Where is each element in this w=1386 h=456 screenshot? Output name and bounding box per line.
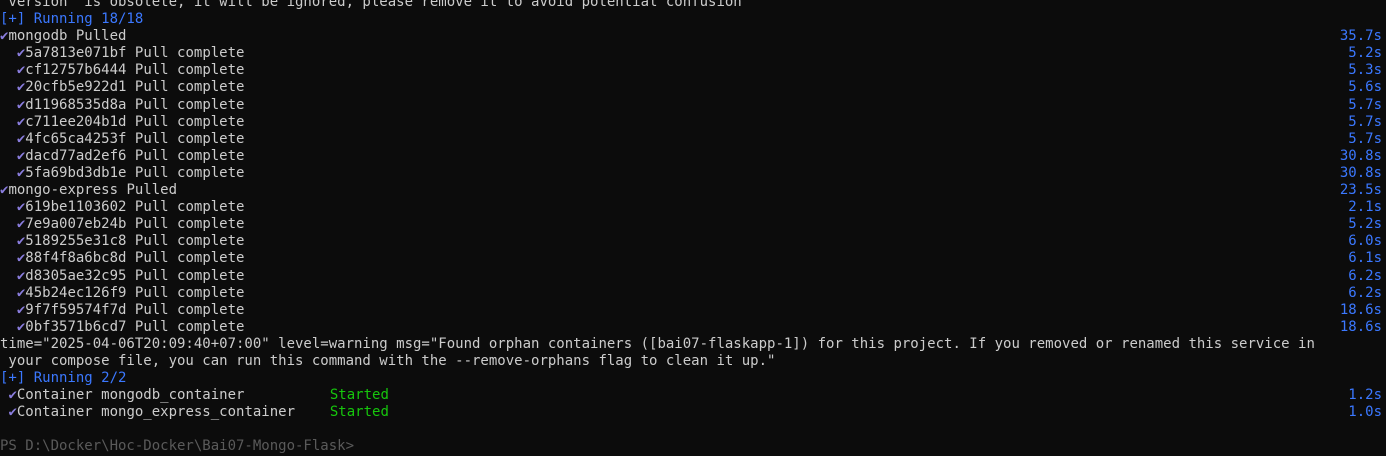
layer-row: ✔c711ee204b1d Pull complete 5.7s: [0, 114, 1386, 131]
service-pulled-mongodb: ✔mongodb Pulled 35.7s: [0, 28, 1386, 45]
duration: 6.0s: [1348, 233, 1382, 250]
running-status-containers: [+] Running 2/2: [0, 370, 127, 387]
layer-status: Pull complete: [134, 216, 245, 233]
layer-status: Pull complete: [134, 45, 245, 62]
layer-row: ✔d11968535d8a Pull complete 5.7s: [0, 97, 1386, 114]
duration: 5.7s: [1348, 113, 1382, 130]
orphan-warning-line-2: your compose file, you can run this comm…: [0, 352, 776, 369]
terminal-output[interactable]: `version` is obsolete, it will be ignore…: [0, 0, 1386, 456]
duration: 5.2s: [1348, 45, 1382, 62]
duration: 1.2s: [1348, 387, 1382, 404]
container-label: Container mongodb_container: [16, 387, 245, 404]
duration: 1.0s: [1348, 404, 1382, 421]
layer-id: 4fc65ca4253f: [25, 130, 127, 147]
layer-status: Pull complete: [134, 318, 245, 335]
layer-row: ✔5189255e31c8 Pull complete 6.0s: [0, 233, 1386, 250]
duration: 2.1s: [1348, 199, 1382, 216]
container-label: Container mongo_express_container: [16, 404, 296, 421]
layer-id: 88f4f8a6bc8d: [25, 250, 127, 267]
container-status: Started: [329, 387, 389, 404]
duration: 5.7s: [1348, 96, 1382, 113]
container-status: Started: [329, 404, 389, 421]
service-pulled-mongo-express: ✔mongo-express Pulled 23.5s: [0, 182, 1386, 199]
duration: 6.2s: [1348, 267, 1382, 284]
duration: 5.7s: [1348, 130, 1382, 147]
layer-id: 45b24ec126f9: [25, 284, 127, 301]
layer-row: ✔20cfb5e922d1 Pull complete 5.6s: [0, 79, 1386, 96]
container-row: ✔Container mongo_express_container Starte…: [0, 404, 1386, 421]
layer-row: ✔5a7813e071bf Pull complete 5.2s: [0, 45, 1386, 62]
duration: 18.6s: [1339, 301, 1382, 318]
duration: 5.2s: [1348, 216, 1382, 233]
layer-status: Pull complete: [134, 113, 245, 130]
service-label: mongo-express Pulled: [8, 182, 178, 199]
layer-id: 7e9a007eb24b: [25, 216, 127, 233]
checkmark-icon: ✔: [8, 387, 17, 404]
shell-prompt[interactable]: PS D:\Docker\Hoc-Docker\Bai07-Mongo-Flas…: [0, 438, 1386, 455]
layer-status: Pull complete: [134, 284, 245, 301]
layer-row: ✔4fc65ca4253f Pull complete 5.7s: [0, 131, 1386, 148]
layer-status: Pull complete: [134, 250, 245, 267]
service-label: mongodb Pulled: [8, 28, 127, 45]
layer-id: 20cfb5e922d1: [25, 79, 127, 96]
layer-row: ✔5fa69bd3db1e Pull complete 30.8s: [0, 165, 1386, 182]
layer-id: dacd77ad2ef6: [25, 147, 127, 164]
duration: 35.7s: [1339, 28, 1382, 45]
duration: 6.1s: [1348, 250, 1382, 267]
container-list: ✔Container mongodb_container Started 1.2s …: [0, 387, 1386, 421]
layer-id: 5fa69bd3db1e: [25, 164, 127, 181]
duration: 23.5s: [1339, 182, 1382, 199]
layer-row: ✔dacd77ad2ef6 Pull complete 30.8s: [0, 148, 1386, 165]
duration: 30.8s: [1339, 147, 1382, 164]
layer-id: d11968535d8a: [25, 96, 127, 113]
layer-status: Pull complete: [134, 233, 245, 250]
layer-row: ✔619be1103602 Pull complete 2.1s: [0, 199, 1386, 216]
layer-row: ✔d8305ae32c95 Pull complete 6.2s: [0, 268, 1386, 285]
layer-status: Pull complete: [134, 130, 245, 147]
duration: 18.6s: [1339, 318, 1382, 335]
layer-id: 5189255e31c8: [25, 233, 127, 250]
layer-id: 9f7f59574f7d: [25, 301, 127, 318]
mongodb-layer-list: ✔5a7813e071bf Pull complete 5.2s ✔cf12757…: [0, 45, 1386, 182]
layer-id: 0bf3571b6cd7: [25, 318, 127, 335]
layer-row: ✔7e9a007eb24b Pull complete 5.2s: [0, 216, 1386, 233]
mongo-express-layer-list: ✔619be1103602 Pull complete 2.1s ✔7e9a007…: [0, 199, 1386, 336]
obsolete-warning-line: `version` is obsolete, it will be ignore…: [0, 0, 751, 10]
layer-row: ✔0bf3571b6cd7 Pull complete 18.6s: [0, 319, 1386, 336]
layer-id: cf12757b6444: [25, 62, 127, 79]
layer-status: Pull complete: [134, 199, 245, 216]
duration: 30.8s: [1339, 164, 1382, 181]
layer-id: 619be1103602: [25, 199, 127, 216]
layer-id: c711ee204b1d: [25, 113, 127, 130]
layer-status: Pull complete: [134, 96, 245, 113]
layer-id: 5a7813e071bf: [25, 45, 127, 62]
layer-row: ✔45b24ec126f9 Pull complete 6.2s: [0, 285, 1386, 302]
duration: 5.3s: [1348, 62, 1382, 79]
running-status-pull: [+] Running 18/18: [0, 11, 144, 28]
duration: 6.2s: [1348, 284, 1382, 301]
layer-status: Pull complete: [134, 79, 245, 96]
layer-status: Pull complete: [134, 147, 245, 164]
container-row: ✔Container mongodb_container Started 1.2s: [0, 387, 1386, 404]
layer-status: Pull complete: [134, 267, 245, 284]
layer-status: Pull complete: [134, 62, 245, 79]
layer-row: ✔88f4f8a6bc8d Pull complete 6.1s: [0, 250, 1386, 267]
layer-row: ✔9f7f59574f7d Pull complete 18.6s: [0, 302, 1386, 319]
checkmark-icon: ✔: [8, 404, 17, 421]
layer-row: ✔cf12757b6444 Pull complete 5.3s: [0, 62, 1386, 79]
layer-status: Pull complete: [134, 164, 245, 181]
duration: 5.6s: [1348, 79, 1382, 96]
layer-id: d8305ae32c95: [25, 267, 127, 284]
layer-status: Pull complete: [134, 301, 245, 318]
orphan-warning-line-1: time="2025-04-06T20:09:40+07:00" level=w…: [0, 335, 1315, 352]
